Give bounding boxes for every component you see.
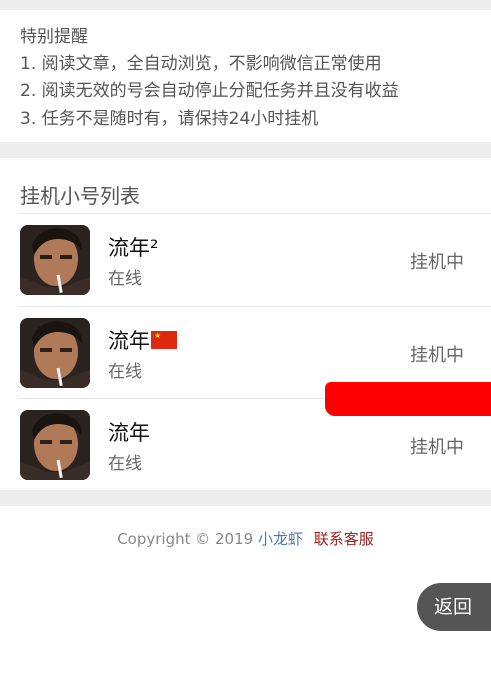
account-name: 流年 [108, 421, 150, 445]
notice-line-3: 3. 任务不是随时有，请保持24小时挂机 [20, 109, 319, 129]
back-button[interactable]: 返回 [417, 583, 491, 631]
notice-line-1: 1. 阅读文章，全自动浏览，不影响微信正常使用 [20, 54, 382, 74]
contact-service-link[interactable]: 联系客服 [314, 530, 374, 548]
account-online-status: 在线 [108, 454, 142, 474]
account-row[interactable]: 流年² 在线 挂机中 [0, 214, 491, 306]
notice-line-2: 2. 阅读无效的号会自动停止分配任务并且没有收益 [20, 81, 399, 101]
copyright: Copyright © 2019 小龙虾 联系客服 [0, 528, 491, 549]
avatar [20, 318, 90, 388]
footer: Copyright © 2019 小龙虾 联系客服 [0, 506, 491, 674]
brand-link[interactable]: 小龙虾 [258, 530, 303, 548]
china-flag-icon: ★ [151, 331, 177, 349]
account-hang-state: 挂机中 [410, 345, 464, 366]
account-name: 流年² [108, 236, 159, 260]
avatar [20, 410, 90, 480]
notice-card: 特别提醒 1. 阅读文章，全自动浏览，不影响微信正常使用 2. 阅读无效的号会自… [0, 10, 491, 142]
account-online-status: 在线 [108, 269, 142, 289]
account-online-status: 在线 [108, 362, 142, 382]
account-hang-state: 挂机中 [410, 437, 464, 458]
account-name: 流年 ★ [108, 325, 177, 355]
copyright-text: Copyright © 2019 [117, 530, 254, 548]
account-hang-state: 挂机中 [410, 252, 464, 273]
account-list-card: 挂机小号列表 流年² 在线 挂机中 流年 ★ 在线 挂机中 流年 在线 挂机中 [0, 158, 491, 490]
avatar [20, 225, 90, 295]
notice-title: 特别提醒 [20, 27, 88, 47]
account-list-title: 挂机小号列表 [20, 184, 140, 208]
redaction-block [325, 382, 491, 416]
account-name-text: 流年 [108, 329, 150, 353]
